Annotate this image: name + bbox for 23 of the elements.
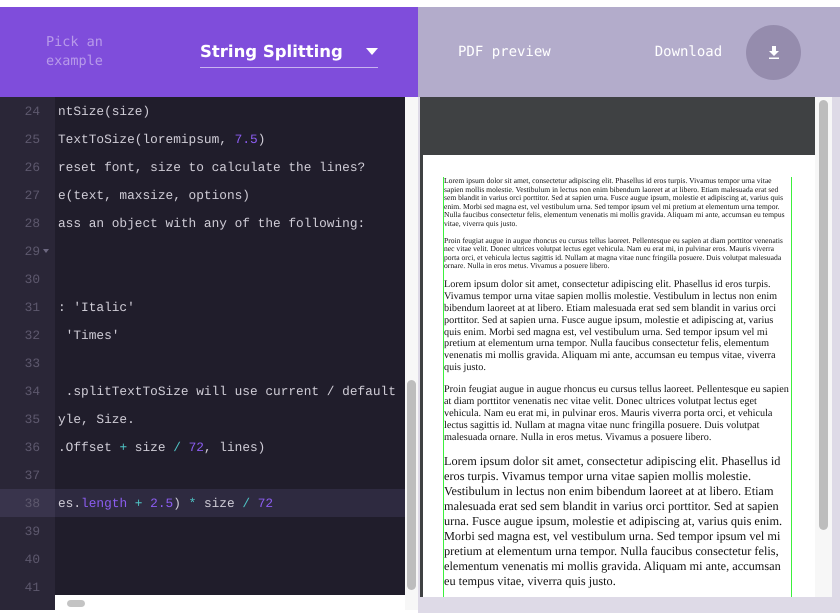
fold-icon[interactable] [43, 249, 49, 253]
code-line: .splitTextToSize will use current / default [64, 384, 396, 398]
paragraph: Lorem ipsum dolor sit amet, consectetur adipiscing elit. Phasellus id eros turpis. Vivamus tempor urna vitae sapien mollis molestie. Vestibulum in lectus non enim bibendum laoreet at at libero. Etiam malesuada erat sed sem blandit in varius orci porttitor. Sed at sapien urna. Fusce augue ipsum, molestie et adipiscing at, varius quis enim. Morbi sed magna est, vel vestibulum urna. Sed tempor ipsum vel mi pretium at elementum urna tempor. Nulla faucibus consectetur felis, elementum venenatis mi mollis gravida. Aliquam mi ante, accumsan eu tempus vitae, viverra quis justo. [444, 454, 784, 590]
paragraph: Lorem ipsum dolor sit amet, consectetur adipiscing elit. Phasellus id eros turpis. Vivamus tempor urna vitae sapien mollis molestie. Vestibulum in lectus non enim bibendum laoreet at at libero. Etiam malesuada erat sed sem blandit in varius orci porttitor. Sed at sapien urna. Fusce augue ipsum, molestie et adipiscing at, varius quis enim. Morbi sed magna est, vel vestibulum urna. Sed tempor ipsum vel mi pretium at elementum urna tempor. Nulla faucibus consectetur felis, elementum venenatis mi mollis gravida. Aliquam mi ante, accumsan eu tempus vitae, viverra quis justo. [444, 278, 778, 374]
code-line: ass an object with any of the following: [58, 216, 366, 230]
code-line: yle, Size. [58, 412, 135, 426]
caret-icon [366, 48, 378, 55]
code-line: .Offset + size / 72, lines) [58, 440, 266, 454]
code-line: : 'Italic' [58, 300, 135, 314]
paragraph: Proin feugiat augue in augue rhoncus eu cursus tellus laoreet. Pellentesque eu sapien at diam porttitor venenatis nec vitae velit. Donec ultrices volutpat lectus eget vehicula. Nam eu erat mi, in pulvinar eros. Mauris viverra porta orci, et vehicula lectus sagittis id. Nullam at magna vitae nunc fringilla posuere. Duis volutpat malesuada ornare. Nulla in eros metus. Vivamus a posuere libero. [444, 384, 790, 444]
code-editor[interactable] [0, 97, 418, 610]
horizontal-scrollbar[interactable] [55, 595, 405, 610]
code-line: es.length + 2.5) * size / 72 [58, 496, 274, 510]
picker-label: Pick an example [46, 33, 104, 71]
download-icon [768, 46, 780, 58]
code-line: reset font, size to calculate the lines? [58, 160, 366, 174]
code-line: TextToSize(loremipsum, 7.5) [58, 132, 266, 146]
code-line: 'Times' [64, 328, 120, 342]
example-select[interactable]: String Splitting [200, 40, 378, 68]
code-line: e(text, maxsize, options) [58, 188, 250, 202]
code-line: ntSize(size) [58, 104, 150, 118]
vertical-scrollbar[interactable] [405, 97, 418, 610]
vertical-scrollbar[interactable] [815, 97, 832, 597]
